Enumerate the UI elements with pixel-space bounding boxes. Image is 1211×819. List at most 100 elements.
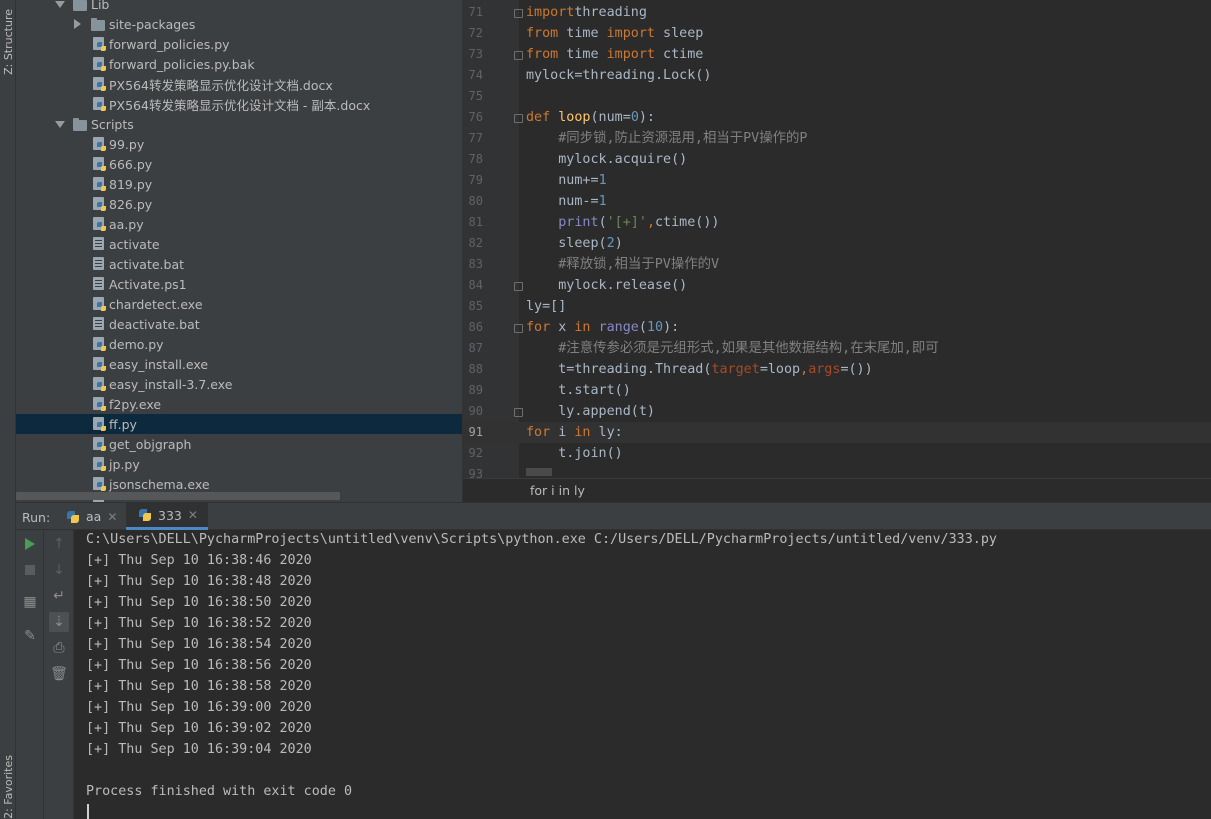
tree-item[interactable]: deactivate.bat (16, 314, 462, 334)
python-file-icon (93, 77, 106, 91)
favorites-tool-button[interactable]: 2: Favorites (0, 755, 16, 819)
line-number: 72 (468, 26, 483, 40)
tree-item[interactable]: aa.py (16, 214, 462, 234)
run-tool-header: Run: aa ✕ 333 ✕ (16, 502, 1211, 530)
python-file-icon (93, 157, 106, 171)
code-line[interactable]: 83 #释放锁,相当于PV操作的V (463, 254, 1211, 275)
stop-icon[interactable] (20, 560, 40, 580)
console-line: [+] Thu Sep 10 16:38:48 2020 (86, 574, 312, 589)
close-icon[interactable]: ✕ (188, 508, 198, 522)
tree-item[interactable]: PX564转发策略显示优化设计文档 - 副本.docx (16, 94, 462, 114)
run-console[interactable]: C:\Users\DELL\PycharmProjects\untitled\v… (74, 530, 1211, 819)
tree-item[interactable]: jsonschema.exe (16, 474, 462, 494)
tree-item[interactable]: get_objgraph (16, 434, 462, 454)
chevron-right-icon[interactable] (74, 19, 81, 29)
code-line[interactable]: 85 ly=[] (463, 296, 1211, 317)
console-line: [+] Thu Sep 10 16:39:04 2020 (86, 742, 312, 757)
down-arrow-icon[interactable]: ↓ (49, 560, 69, 580)
console-line: [+] Thu Sep 10 16:38:56 2020 (86, 658, 312, 673)
code-text: ly=[] (526, 299, 567, 314)
line-number: 92 (468, 446, 483, 460)
code-line[interactable]: 72 from time import sleep (463, 23, 1211, 44)
fold-marker-icon[interactable] (514, 408, 523, 417)
code-line[interactable]: 75 (463, 86, 1211, 107)
run-tab-333[interactable]: 333 ✕ (126, 503, 208, 530)
tree-item[interactable]: site-packages (16, 14, 462, 34)
code-line[interactable]: 76 def loop(num=0): (463, 107, 1211, 128)
fold-marker-icon[interactable] (514, 51, 523, 60)
run-icon[interactable] (20, 534, 40, 554)
code-line[interactable]: 71 importthreading (463, 2, 1211, 23)
tree-item[interactable]: Scripts (16, 114, 462, 134)
tree-item[interactable]: easy_install.exe (16, 354, 462, 374)
tree-item[interactable]: Lib (16, 0, 462, 14)
tree-item[interactable]: 819.py (16, 174, 462, 194)
code-line[interactable]: 79 num+=1 (463, 170, 1211, 191)
python-file-icon (93, 437, 106, 451)
tree-item[interactable]: 826.py (16, 194, 462, 214)
fold-marker-icon[interactable] (514, 9, 523, 18)
line-number: 82 (468, 236, 483, 250)
tree-item[interactable]: Activate.ps1 (16, 274, 462, 294)
tree-item[interactable]: PX564转发策略显示优化设计文档.docx (16, 74, 462, 94)
line-number: 77 (468, 131, 483, 145)
tree-item[interactable]: f2py.exe (16, 394, 462, 414)
code-line[interactable]: 82 sleep(2) (463, 233, 1211, 254)
python-file-icon (93, 457, 106, 471)
tree-item[interactable]: demo.py (16, 334, 462, 354)
code-text: sleep(2) (526, 236, 623, 251)
python-file-icon (93, 97, 106, 111)
tree-horizontal-scrollbar[interactable] (16, 492, 340, 500)
pin-icon[interactable]: ✎ (20, 626, 40, 646)
print-icon[interactable]: ⎙ (49, 638, 69, 658)
project-tree: Lib site-packages forward_policies.py forwa… (16, 0, 462, 502)
trash-icon[interactable]: 🗑 (49, 664, 69, 684)
fold-marker-icon[interactable] (514, 324, 523, 333)
structure-tool-button[interactable]: Z: Structure (0, 2, 16, 82)
line-number: 79 (468, 173, 483, 187)
run-tab-aa[interactable]: aa ✕ (60, 503, 123, 530)
code-line[interactable]: 93 (463, 464, 1211, 485)
code-line[interactable]: 78 mylock.acquire() (463, 149, 1211, 170)
code-line[interactable]: 90 ly.append(t) (463, 401, 1211, 422)
tree-item[interactable]: ff.py (16, 414, 462, 434)
code-editor[interactable]: for i in ly 71 importthreading 72 from time… (462, 0, 1211, 502)
scroll-to-end-icon[interactable]: ⇣ (49, 612, 69, 632)
console-line: [+] Thu Sep 10 16:39:02 2020 (86, 721, 312, 736)
tree-item[interactable]: forward_policies.py (16, 34, 462, 54)
code-line[interactable]: 87 #注意传参必须是元组形式,如果是其他数据结构,在末尾加,即可 (463, 338, 1211, 359)
up-arrow-icon[interactable]: ↑ (49, 534, 69, 554)
code-line[interactable]: 91 for i in ly: (463, 422, 1211, 443)
chevron-down-icon[interactable] (55, 121, 65, 128)
close-icon[interactable]: ✕ (107, 510, 117, 524)
code-line[interactable]: 84 mylock.release() (463, 275, 1211, 296)
tree-item[interactable]: 99.py (16, 134, 462, 154)
fold-marker-icon[interactable] (514, 282, 523, 291)
code-line[interactable]: 92 t.join() (463, 443, 1211, 464)
chevron-down-icon[interactable] (55, 1, 65, 8)
code-text: num+=1 (526, 173, 607, 188)
code-line[interactable]: 86 for x in range(10): (463, 317, 1211, 338)
fold-marker-icon[interactable] (514, 114, 523, 123)
layout-icon[interactable]: ▦ (20, 592, 40, 612)
code-line[interactable]: 88 t=threading.Thread(target=loop,args=(… (463, 359, 1211, 380)
code-line[interactable]: 81 print('[+]',ctime()) (463, 212, 1211, 233)
tree-item[interactable]: easy_install-3.7.exe (16, 374, 462, 394)
code-line[interactable]: 73 from time import ctime (463, 44, 1211, 65)
tree-item[interactable]: chardetect.exe (16, 294, 462, 314)
tree-item[interactable]: forward_policies.py.bak (16, 54, 462, 74)
line-number: 89 (468, 383, 483, 397)
code-line[interactable]: 74 mylock=threading.Lock() (463, 65, 1211, 86)
tree-item[interactable]: activate (16, 234, 462, 254)
run-tab-label: aa (86, 509, 102, 524)
tree-item[interactable]: activate.bat (16, 254, 462, 274)
line-number: 73 (468, 47, 483, 61)
code-line[interactable]: 80 num-=1 (463, 191, 1211, 212)
soft-wrap-icon[interactable]: ↵ (49, 586, 69, 606)
tree-item[interactable]: 666.py (16, 154, 462, 174)
code-text: def loop(num=0): (526, 110, 655, 125)
folder-icon (73, 0, 87, 11)
code-line[interactable]: 77 #同步锁,防止资源混用,相当于PV操作的P (463, 128, 1211, 149)
code-line[interactable]: 89 t.start() (463, 380, 1211, 401)
tree-item[interactable]: jp.py (16, 454, 462, 474)
